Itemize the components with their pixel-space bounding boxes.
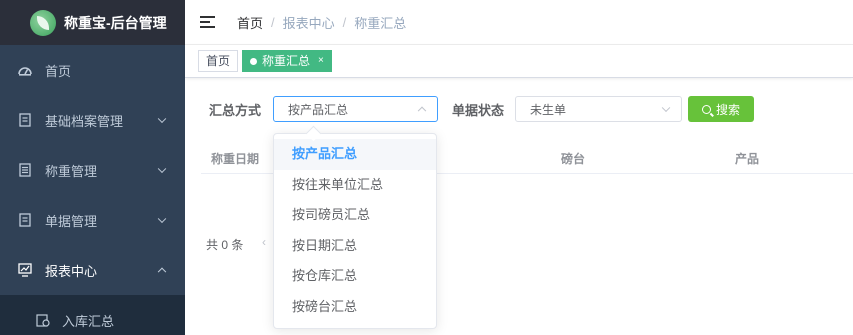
sidebar: 称重宝-后台管理 首页 基础档案管理 称重管理 单据管理 报表中心 入库汇总 xyxy=(0,0,185,335)
search-button[interactable]: 搜索 xyxy=(688,96,754,122)
document-icon xyxy=(18,213,32,227)
dropdown-option-by-partner[interactable]: 按往来单位汇总 xyxy=(274,170,436,201)
sidebar-subitem-inbound-summary[interactable]: 入库汇总 xyxy=(0,295,185,335)
search-icon xyxy=(701,104,711,114)
sidebar-item-documents[interactable]: 单据管理 xyxy=(0,195,185,245)
tag-home[interactable]: 首页 xyxy=(198,50,239,72)
dropdown-option-by-scale[interactable]: 按磅台汇总 xyxy=(274,292,436,323)
chevron-up-icon xyxy=(157,267,167,277)
breadcrumb-section: 报表中心 xyxy=(282,15,335,31)
hamburger-icon[interactable] xyxy=(200,16,215,28)
dropdown-option-by-product[interactable]: 按产品汇总 xyxy=(274,139,436,170)
summary-method-select[interactable]: 按产品汇总 xyxy=(273,96,438,122)
sidebar-item-label: 称重管理 xyxy=(45,163,98,179)
column-header-scale: 磅台 xyxy=(561,152,586,166)
chevron-down-icon xyxy=(157,114,167,124)
column-header-weigh-date: 称重日期 xyxy=(211,152,260,166)
document-icon xyxy=(18,113,32,127)
sidebar-item-label: 报表中心 xyxy=(45,263,98,279)
summary-method-value: 按产品汇总 xyxy=(288,102,349,117)
tags-view: 首页 称重汇总 × xyxy=(185,45,853,78)
leaf-logo-icon xyxy=(30,9,56,36)
document-status-select[interactable]: 未生单 xyxy=(515,96,682,122)
top-navbar: 首页 / 报表中心 / 称重汇总 xyxy=(185,0,853,45)
sidebar-item-label: 基础档案管理 xyxy=(45,113,124,129)
breadcrumb-page: 称重汇总 xyxy=(354,15,407,31)
sidebar-subitem-label: 入库汇总 xyxy=(62,313,115,329)
app-title: 称重宝-后台管理 xyxy=(64,14,167,31)
summary-method-dropdown: 按产品汇总 按往来单位汇总 按司磅员汇总 按日期汇总 按仓库汇总 按磅台汇总 xyxy=(273,133,437,329)
sidebar-item-label: 单据管理 xyxy=(45,213,98,229)
document-status-value: 未生单 xyxy=(530,102,567,117)
active-dot-icon xyxy=(250,57,258,65)
list-icon xyxy=(18,163,32,177)
pagination-total: 共 0 条 xyxy=(206,238,244,252)
dashboard-icon xyxy=(18,63,32,77)
breadcrumb-home[interactable]: 首页 xyxy=(237,13,263,32)
report-icon xyxy=(36,313,50,327)
chevron-down-icon xyxy=(661,103,671,113)
chevron-down-icon xyxy=(157,164,167,174)
dropdown-option-by-weigher[interactable]: 按司磅员汇总 xyxy=(274,200,436,231)
prev-page-icon[interactable]: ‹ xyxy=(262,235,266,249)
search-button-label: 搜索 xyxy=(715,102,740,117)
sidebar-item-archives[interactable]: 基础档案管理 xyxy=(0,95,185,145)
breadcrumb-separator: / xyxy=(271,14,275,30)
sidebar-item-home[interactable]: 首页 xyxy=(0,45,185,95)
chevron-down-icon xyxy=(157,214,167,224)
sidebar-item-weighing[interactable]: 称重管理 xyxy=(0,145,185,195)
document-status-label: 单据状态 xyxy=(452,103,505,118)
dropdown-option-by-date[interactable]: 按日期汇总 xyxy=(274,231,436,262)
tag-label: 称重汇总 xyxy=(262,54,311,68)
chart-icon xyxy=(18,263,32,277)
summary-method-label: 汇总方式 xyxy=(209,103,262,118)
sidebar-item-reports[interactable]: 报表中心 xyxy=(0,245,185,295)
column-header-product: 产品 xyxy=(735,152,760,166)
breadcrumb-separator: / xyxy=(342,14,347,30)
close-icon[interactable]: × xyxy=(318,51,324,71)
dropdown-option-by-warehouse[interactable]: 按仓库汇总 xyxy=(274,261,436,292)
breadcrumb: 首页 / 报表中心 / 称重汇总 xyxy=(237,13,406,32)
app-logo[interactable]: 称重宝-后台管理 xyxy=(0,0,185,45)
tag-weighing-summary[interactable]: 称重汇总 × xyxy=(242,50,332,72)
sidebar-item-label: 首页 xyxy=(45,63,72,79)
chevron-up-icon xyxy=(417,106,427,116)
